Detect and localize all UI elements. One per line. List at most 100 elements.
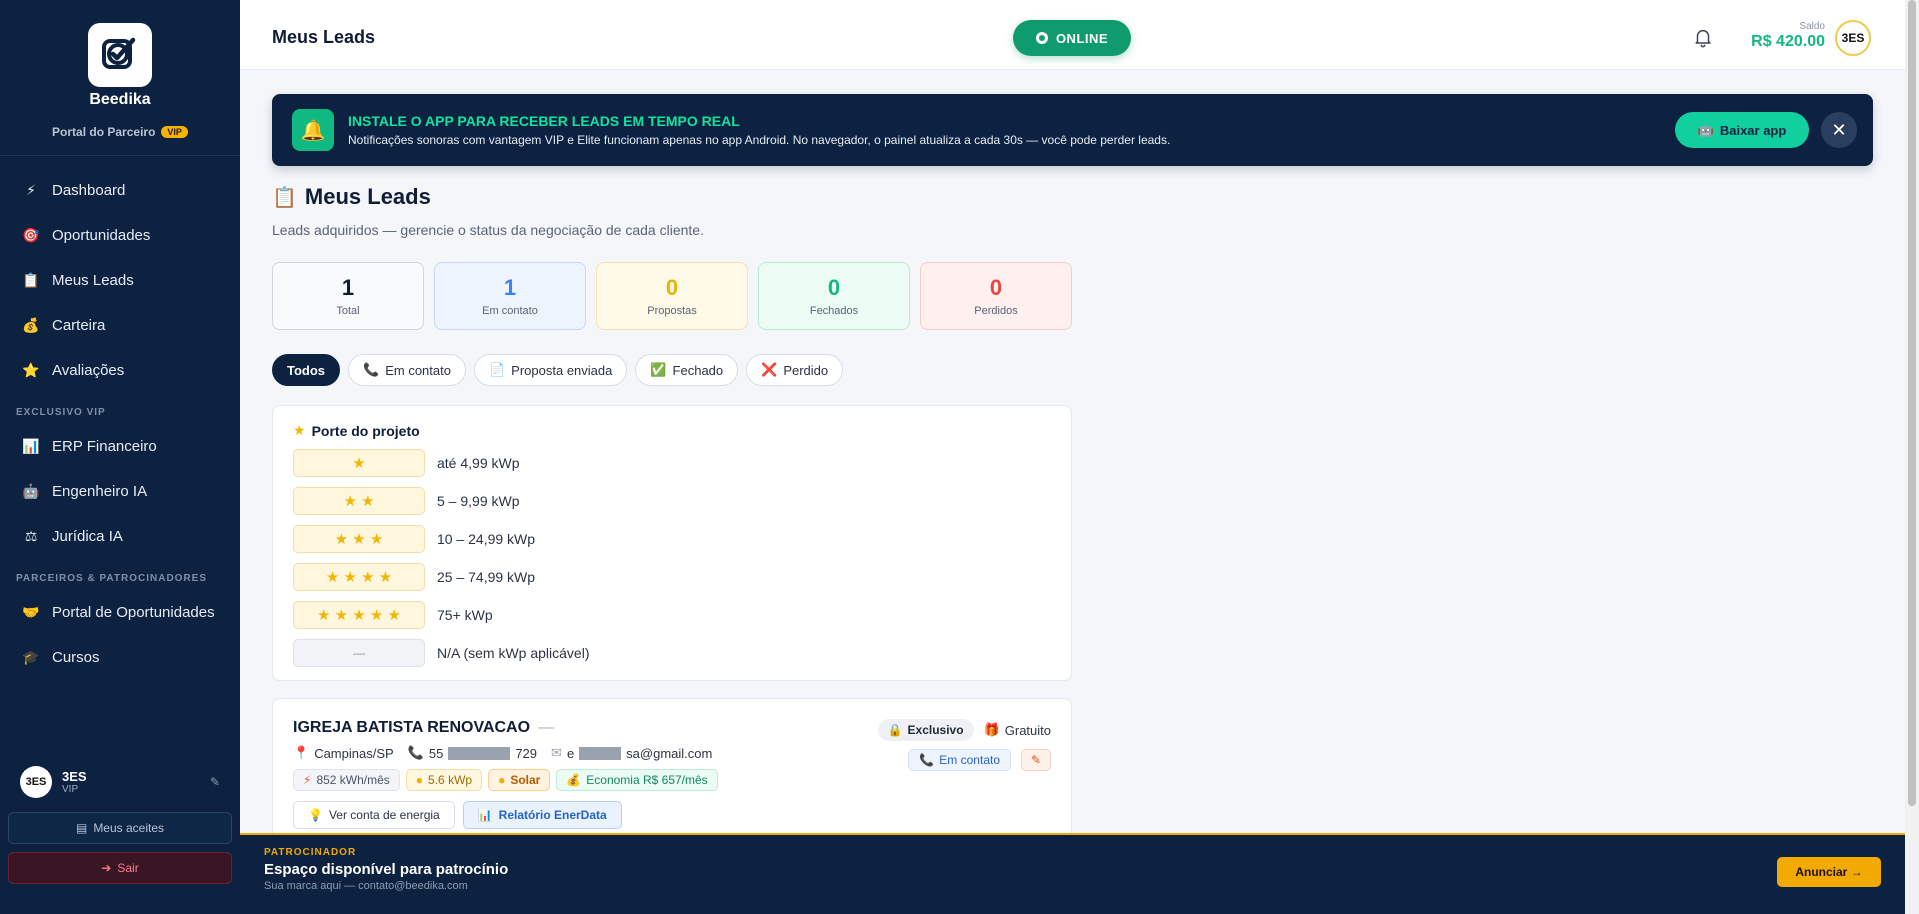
filter-label: Proposta enviada (511, 362, 613, 378)
sidebar-item-label: ERP Financeiro (52, 438, 157, 455)
stat-value: 1 (503, 275, 517, 300)
pencil-icon[interactable]: ✎ (1021, 749, 1051, 771)
filter-label: Fechado (672, 362, 724, 378)
stat-perdidos[interactable]: 0 Perdidos (920, 262, 1072, 330)
user-role: VIP (62, 784, 79, 795)
check-icon: ✅ (650, 362, 667, 377)
scrollbar-thumb[interactable] (1908, 0, 1916, 806)
stat-label: Propostas (647, 305, 697, 317)
sair-button[interactable]: ➔ Sair (8, 852, 232, 884)
star-icon: ★ (293, 422, 306, 438)
stat-fechados[interactable]: 0 Fechados (758, 262, 910, 330)
lead-tags: ⚡ 852 kWh/mês ● 5.6 kWp ● Solar 💰 Econom… (293, 769, 1051, 791)
sidebar-item-erp-financeiro[interactable]: 📊 ERP Financeiro (0, 424, 240, 469)
filter-proposta-enviada[interactable]: 📄 Proposta enviada (473, 354, 628, 386)
gratuito-badge: 🎁 Gratuito (984, 722, 1051, 738)
stat-label: Em contato (482, 305, 538, 317)
robot-icon: 🤖 (1697, 122, 1714, 137)
stat-value: 0 (665, 275, 679, 300)
sidebar-item-meus-leads[interactable]: 📋 Meus Leads (0, 258, 240, 303)
document-icon: ▤ (75, 821, 88, 835)
bell-icon[interactable] (1692, 26, 1714, 48)
porte-row: ★ ★ ★ ★ ★ 75+ kWp (293, 601, 1051, 629)
stat-label: Total (336, 305, 360, 317)
brand-block: Beedika Portal do Parceiro VIP (0, 0, 240, 156)
meus-aceites-button[interactable]: ▤ Meus aceites (8, 812, 232, 844)
status-dropdown[interactable]: 📞 Em contato (908, 749, 1011, 771)
user-block: 3ES 3ES VIP ✎ ▤ Meus aceites ➔ Sair (0, 760, 240, 884)
beedika-logo-icon[interactable] (88, 23, 152, 87)
sidebar-item-oportunidades[interactable]: 🎯 Oportunidades (0, 213, 240, 258)
porte-row: ★ ★ 5 – 9,99 kWp (293, 487, 1051, 515)
filter-label: Todos (287, 362, 326, 378)
filter-perdido[interactable]: ❌ Perdido (746, 354, 844, 386)
filter-todos[interactable]: Todos (272, 354, 341, 386)
phone-prefix: 55 (428, 745, 444, 761)
ver-conta-button[interactable]: 💡 Ver conta de energia (293, 801, 455, 829)
avatar[interactable]: 3ES (1835, 20, 1871, 56)
pencil-icon[interactable]: ✎ (210, 775, 220, 789)
star-icon: ⭐ (22, 362, 40, 378)
sidebar-item-label: Carteira (52, 317, 106, 334)
tag-kwp-text: 5.6 kWp (428, 773, 473, 787)
stat-propostas[interactable]: 0 Propostas (596, 262, 748, 330)
anunciar-button[interactable]: Anunciar → (1777, 857, 1881, 887)
star-rating-5: ★ ★ ★ ★ ★ (293, 601, 425, 629)
logout-arrow-icon: ➔ (101, 861, 112, 875)
sair-label: Sair (117, 861, 139, 875)
sidebar-item-label: Engenheiro IA (52, 483, 148, 500)
lead-city-text: Campinas/SP (314, 745, 394, 761)
chart-icon: 📊 (477, 808, 493, 822)
sidebar-item-label: Portal de Oportunidades (52, 604, 215, 621)
clipboard-icon: 📋 (272, 186, 297, 209)
money-bag-icon: 💰 (22, 317, 40, 333)
clipboard-icon: 📋 (22, 272, 40, 288)
tag-economia-text: Economia R$ 657/mês (586, 773, 708, 787)
masked-phone (448, 746, 511, 760)
lead-email[interactable]: ✉ e sa@gmail.com (551, 745, 712, 761)
sidebar-item-juridica-ia[interactable]: ⚖ Jurídica IA (0, 514, 240, 559)
stats-row: 1 Total 1 Em contato 0 Propostas 0 Fecha… (272, 262, 1072, 330)
relatorio-label: Relatório EnerData (498, 808, 607, 822)
lock-icon: 🔒 (887, 723, 903, 737)
star-rating-2: ★ ★ (293, 487, 425, 515)
sidebar-item-carteira[interactable]: 💰 Carteira (0, 303, 240, 348)
money-bag-icon: 💰 (566, 773, 582, 787)
sidebar-item-label: Jurídica IA (52, 528, 123, 545)
stat-total[interactable]: 1 Total (272, 262, 424, 330)
sidebar-item-cursos[interactable]: 🎓 Cursos (0, 635, 240, 680)
filter-label: Em contato (385, 362, 451, 378)
stat-em-contato[interactable]: 1 Em contato (434, 262, 586, 330)
phone-suffix: 729 (515, 745, 538, 761)
stat-label: Fechados (809, 305, 859, 317)
sidebar-item-portal-oportunidades[interactable]: 🤝 Portal de Oportunidades (0, 590, 240, 635)
sidebar-item-label: Avaliações (52, 362, 125, 379)
sidebar-item-avaliacoes[interactable]: ⭐ Avaliações (0, 348, 240, 393)
porte-row: ★ ★ ★ 10 – 24,99 kWp (293, 525, 1051, 553)
sponsor-bar: PATROCINADOR Espaço disponível para patr… (240, 833, 1905, 914)
gratuito-label: Gratuito (1004, 722, 1051, 738)
user-profile[interactable]: 3ES 3ES VIP ✎ (8, 760, 232, 804)
porte-label: 75+ kWp (437, 607, 493, 623)
porte-row: ★ ★ ★ ★ 25 – 74,99 kWp (293, 563, 1051, 591)
close-icon[interactable]: ✕ (1821, 112, 1857, 148)
online-dot-icon (1035, 32, 1048, 44)
bulb-icon: 💡 (308, 808, 323, 822)
online-status-toggle[interactable]: ONLINE (1013, 20, 1131, 56)
baixar-app-button[interactable]: 🤖 Baixar app (1675, 112, 1809, 148)
brand-subtitle: Portal do Parceiro VIP (52, 125, 188, 139)
sidebar-item-label: Meus Leads (52, 272, 134, 289)
sidebar-item-dashboard[interactable]: ⚡ Dashboard (0, 168, 240, 213)
topbar: Meus Leads ONLINE Saldo R$ 420.00 3ES (240, 0, 1905, 70)
filter-em-contato[interactable]: 📞 Em contato (348, 354, 466, 386)
status-label: Em contato (939, 753, 1000, 767)
lead-phone[interactable]: 📞 55 729 (408, 745, 537, 761)
relatorio-enerdata-button[interactable]: 📊 Relatório EnerData (462, 801, 622, 829)
filter-fechado[interactable]: ✅ Fechado (635, 354, 739, 386)
sun-icon: ● (498, 773, 506, 787)
page-subtitle: Leads adquiridos — gerencie o status da … (272, 222, 704, 238)
sponsor-title: Espaço disponível para patrocínio (264, 861, 509, 878)
sidebar-item-engenheiro-ia[interactable]: 🤖 Engenheiro IA (0, 469, 240, 514)
target-icon: 🎯 (22, 227, 40, 243)
stat-value: 1 (341, 275, 355, 300)
